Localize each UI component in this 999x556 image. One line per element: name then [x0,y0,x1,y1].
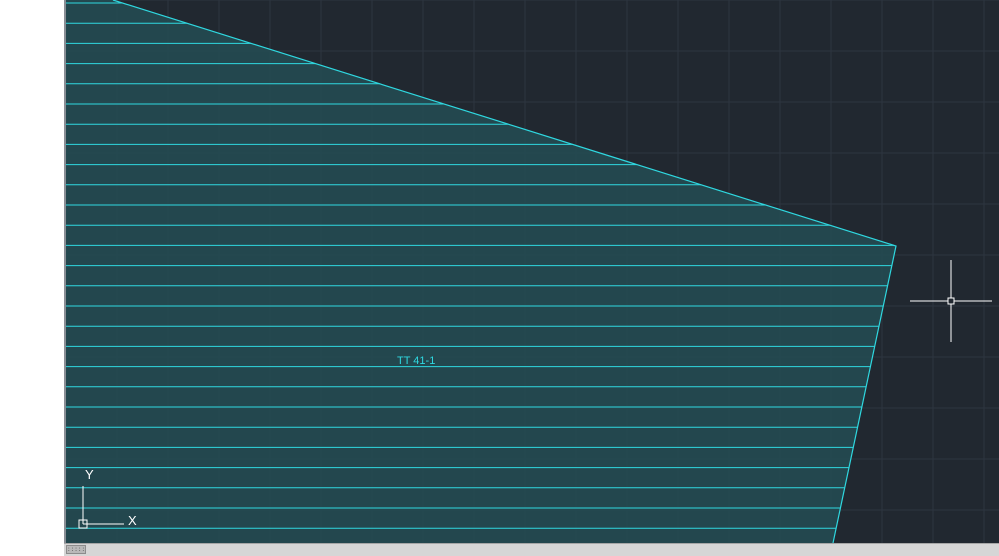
drawing-canvas[interactable]: TT 41-1 Y X [66,0,999,543]
ucs-y-label: Y [85,467,94,482]
region-label: TT 41-1 [397,355,435,367]
crosshair-cursor [910,260,992,342]
ucs-x-label: X [128,513,137,528]
drawing-viewport[interactable]: TT 41-1 Y X [64,0,999,543]
left-margin [0,0,64,555]
layout-tab-handle[interactable]: :::::: [66,545,86,554]
layout-tab-bar: :::::: [64,543,999,556]
hatched-region[interactable] [66,0,896,543]
